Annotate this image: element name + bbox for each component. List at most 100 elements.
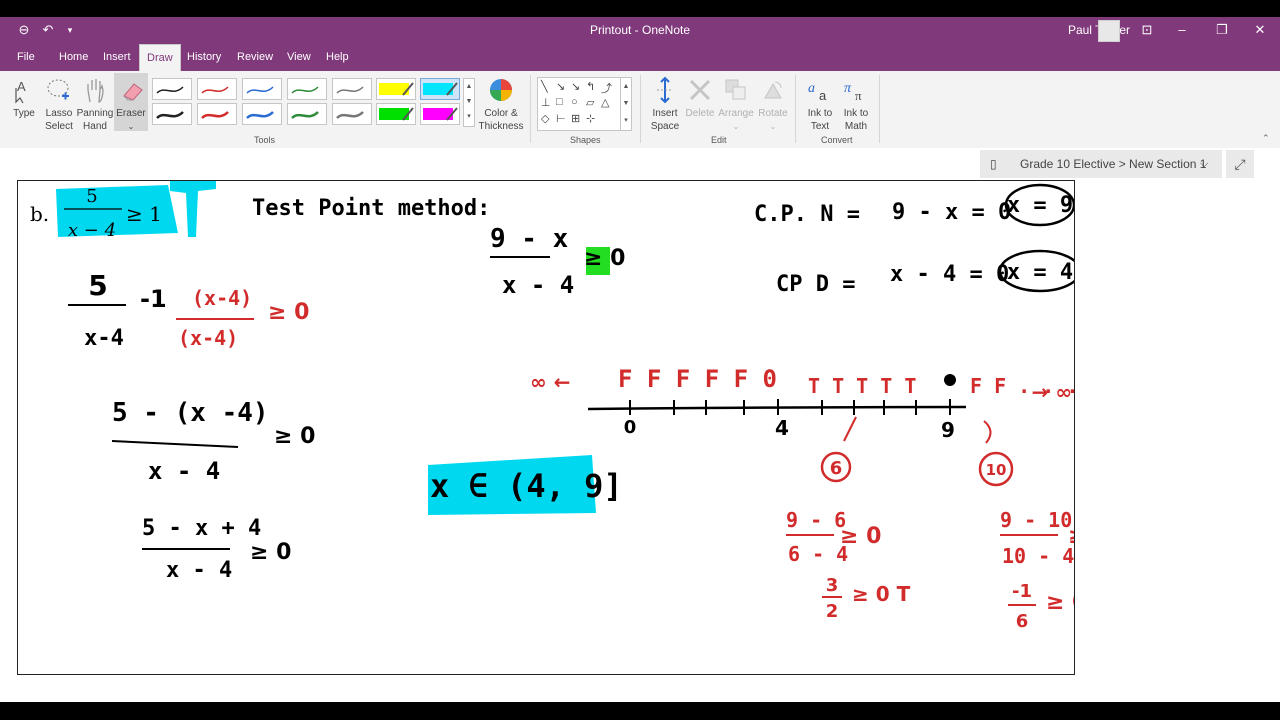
axes-shape-icon[interactable]: ⊢ <box>556 112 566 125</box>
cp-denominator-equation: x - 4 = 0 <box>890 262 1009 287</box>
test10-result-denominator: 6 <box>1016 611 1029 632</box>
axes3d-shape-icon[interactable]: ⊹ <box>586 112 595 125</box>
arrange-button[interactable]: Arrange ⌄ <box>716 73 756 133</box>
pen-gallery-scroll[interactable]: ▲ ▼ ▾ <box>463 78 475 127</box>
color-thickness-button[interactable]: Color & Thickness <box>478 73 524 133</box>
tab-file[interactable]: File <box>15 44 37 71</box>
step3-rhs: ≥ 0 <box>250 540 291 565</box>
pen-green-thin[interactable] <box>287 78 327 100</box>
step1-fraction-denominator: (x-4) <box>178 326 238 350</box>
tab-home[interactable]: Home <box>57 44 90 71</box>
step1-rhs: ≥ 0 <box>268 300 309 325</box>
ribbon-display-icon[interactable]: ⊡ <box>1137 21 1157 39</box>
answer: x ∈ (4, 9] <box>430 467 623 505</box>
elbow-arrow-shape-icon[interactable]: ↰ <box>586 80 595 93</box>
step2-rhs: ≥ 0 <box>274 424 315 449</box>
restore-icon[interactable]: ❐ <box>1212 21 1232 39</box>
ink-to-text-button[interactable]: aa Ink to Text <box>802 73 838 133</box>
highlighter-green[interactable] <box>376 103 416 125</box>
step1-minus-one: -1 <box>140 285 167 313</box>
circle-shape-icon[interactable]: ○ <box>571 96 578 108</box>
pen-blue-thin[interactable] <box>242 78 282 100</box>
close-icon[interactable]: ✕ <box>1250 21 1270 39</box>
tab-view[interactable]: View <box>285 44 313 71</box>
color-wheel-icon <box>478 73 524 107</box>
highlighter-yellow[interactable] <box>376 78 416 100</box>
step1-fraction-numerator: (x-4) <box>192 286 252 310</box>
panning-hand-button[interactable]: Panning Hand <box>76 73 114 133</box>
eraser-dropdown-icon[interactable]: ⌄ <box>114 120 148 133</box>
pen-gray-thick[interactable] <box>332 103 372 125</box>
curve-arrow-shape-icon[interactable]: ⤴ <box>601 80 612 96</box>
rotate-button[interactable]: Rotate ⌄ <box>756 73 790 133</box>
tab-insert[interactable]: Insert <box>101 44 133 71</box>
type-cursor-icon: A <box>8 73 40 107</box>
highlighter-cyan[interactable] <box>420 78 460 100</box>
lasso-select-button[interactable]: Lasso Select <box>42 73 76 133</box>
ink-to-math-button[interactable]: ππ Ink to Math <box>838 73 874 133</box>
grid-shape-icon[interactable]: ⊞ <box>571 112 580 125</box>
ribbon-tabs: File Home Insert Draw History Review Vie… <box>0 44 1280 72</box>
collapse-ribbon-icon[interactable]: ⌃ <box>1262 133 1270 144</box>
lasso-icon <box>42 73 76 107</box>
pen-red-thin[interactable] <box>197 78 237 100</box>
parallelogram-shape-icon[interactable]: ▱ <box>586 96 594 109</box>
shapes-scroll[interactable]: ▲ ▼ ▾ <box>620 78 631 130</box>
tick-label-4: 4 <box>775 416 789 440</box>
tab-history[interactable]: History <box>185 44 223 71</box>
diamond-shape-icon[interactable]: ◇ <box>541 112 549 125</box>
taskbar-strip <box>0 702 1280 720</box>
pen-black-thick[interactable] <box>152 103 192 125</box>
expand-icon[interactable]: ⤢ <box>1226 150 1254 178</box>
step3-numerator: 5 - x + 4 <box>142 516 261 541</box>
notebook-icon: ▯ <box>990 157 997 171</box>
delete-button[interactable]: Delete <box>684 73 716 120</box>
type-button[interactable]: A Type <box>8 73 40 120</box>
avatar[interactable] <box>1098 20 1120 42</box>
number-line-left-infinity: ∞ ← <box>530 370 570 394</box>
tools-group-label: Tools <box>254 135 276 145</box>
line-shape-icon[interactable]: ╲ <box>541 80 548 93</box>
ribbon-separator <box>530 75 531 143</box>
shapes-gallery[interactable]: ╲ ↘ ↘ ↰ ⤴ ⊥ □ ○ ▱ △ ◇ ⊢ ⊞ ⊹ ▲ ▼ ▾ <box>537 77 632 131</box>
eraser-button[interactable]: Eraser ⌄ <box>114 73 148 131</box>
pen-black-thin[interactable] <box>152 78 192 100</box>
delete-x-icon <box>684 73 716 107</box>
test-point-6: 6 <box>830 458 843 479</box>
ribbon-separator <box>640 75 641 143</box>
pen-green-thick[interactable] <box>287 103 327 125</box>
tab-help[interactable]: Help <box>324 44 351 71</box>
svg-text:a: a <box>808 81 815 96</box>
cp-numerator-equation: 9 - x = 0 <box>892 200 1011 225</box>
minimize-icon[interactable]: – <box>1172 21 1192 39</box>
chevron-down-icon[interactable]: ⌵ <box>1200 150 1208 178</box>
highlighter-magenta[interactable] <box>420 103 460 125</box>
double-arrow-shape-icon[interactable]: ↘ <box>571 80 580 93</box>
pen-red-thick[interactable] <box>197 103 237 125</box>
title-bar: ⊖ ↶ ▾ Printout - OneNote Paul Turner ⊡ –… <box>0 17 1280 44</box>
tab-review[interactable]: Review <box>235 44 275 71</box>
edit-group-label: Edit <box>711 135 727 145</box>
test6-result: ≥ 0 T <box>852 582 911 606</box>
test6-result-numerator: 3 <box>826 575 839 596</box>
insert-space-button[interactable]: Insert Space <box>646 73 684 133</box>
rectangle-shape-icon[interactable]: □ <box>556 96 563 108</box>
closed-dot-9 <box>944 374 956 386</box>
page-canvas: ▯ Grade 10 Elective > New Section 1 ⌵ ⤢ … <box>0 148 1280 702</box>
step2-denominator: x - 4 <box>148 457 220 485</box>
rotate-icon <box>756 73 790 107</box>
axis-shape-icon[interactable]: ⊥ <box>541 96 551 109</box>
test10-result: ≥ 0 F <box>1046 590 1074 615</box>
pen-blue-thick[interactable] <box>242 103 282 125</box>
svg-text:A: A <box>17 79 26 94</box>
problem-denominator: x − 4 <box>68 220 116 241</box>
test10-numerator: 9 - 10 <box>1000 508 1072 532</box>
triangle-shape-icon[interactable]: △ <box>601 96 609 109</box>
notebook-breadcrumb[interactable]: ▯ Grade 10 Elective > New Section 1 ⌵ <box>980 150 1222 178</box>
convert-group-label: Convert <box>821 135 853 145</box>
main-numerator: 9 - x <box>490 224 568 254</box>
test10-result-numerator: -1 <box>1012 581 1032 602</box>
pen-gray-thin[interactable] <box>332 78 372 100</box>
tab-draw[interactable]: Draw <box>139 44 181 72</box>
arrow-shape-icon[interactable]: ↘ <box>556 80 565 93</box>
